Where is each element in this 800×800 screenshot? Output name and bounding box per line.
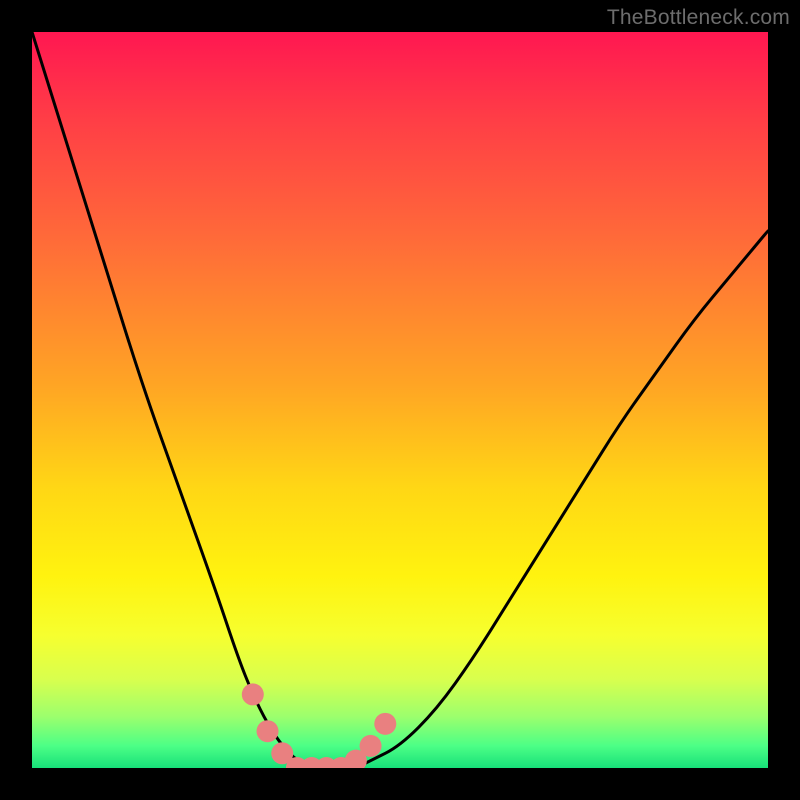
bottleneck-curve — [32, 32, 768, 768]
reference-dot — [374, 713, 396, 735]
chart-svg — [32, 32, 768, 768]
chart-frame: TheBottleneck.com — [0, 0, 800, 800]
reference-dots — [242, 683, 396, 768]
reference-dot — [242, 683, 264, 705]
watermark-text: TheBottleneck.com — [607, 6, 790, 30]
reference-dot — [360, 735, 382, 757]
reference-dot — [257, 720, 279, 742]
plot-area — [32, 32, 768, 768]
